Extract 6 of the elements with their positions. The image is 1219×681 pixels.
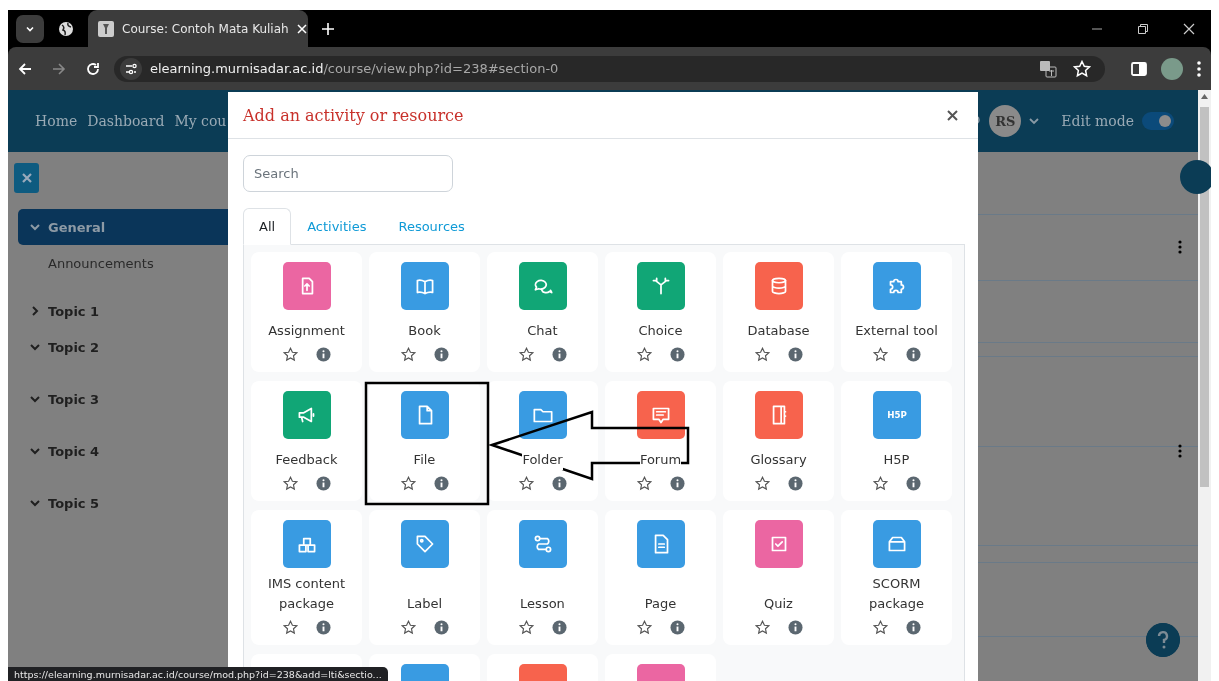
dialog-title: Add an activity or resource <box>243 105 465 125</box>
activity-name: Folder <box>522 450 563 470</box>
h5p-logo: H5P <box>872 391 921 439</box>
url-tooltip: https://elearning.murnisadar.ac.id/course/mod.php?id=238&add=lti&sectio... <box>8 667 388 681</box>
url-text: elearning.murnisadar.ac.id/course/view.php?id=238#section-0 <box>150 61 560 76</box>
edit-mode-label: Edit mode <box>1061 113 1134 129</box>
